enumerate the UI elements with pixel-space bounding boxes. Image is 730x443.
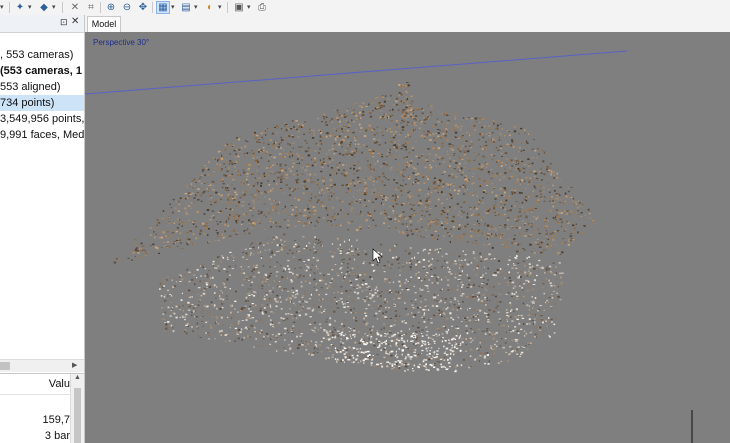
toolbar-separator (227, 2, 228, 13)
region-boundary-line (85, 50, 628, 95)
toolbar-separator (62, 2, 63, 13)
view-tab-bar: Model (85, 15, 730, 33)
toolbar-separator (100, 2, 101, 13)
scrollbar-thumb[interactable] (74, 388, 81, 443)
pin-icon[interactable]: ⊡ (60, 17, 68, 28)
camera-icon[interactable]: ▣ (232, 1, 246, 14)
close-icon[interactable]: ✕ (71, 16, 79, 27)
workspace-pane-header: ⊡ ✕ (0, 15, 84, 33)
zoom-out-icon[interactable]: ⊖ (120, 1, 134, 14)
properties-panel: Valu 159,7 3 bar ▲ (0, 373, 84, 443)
workspace-tree: , 553 cameras) (553 cameras, 1 553 align… (0, 47, 84, 143)
dropdown-arrow-icon[interactable]: ▾ (52, 1, 56, 14)
tab-model[interactable]: Model (87, 16, 121, 32)
property-value: 159,7 (42, 414, 70, 426)
tree-item-dense-cloud[interactable]: 3,549,956 points, (0, 111, 84, 127)
mouse-cursor-icon (372, 248, 383, 264)
delete-icon[interactable]: ✕ (68, 1, 82, 14)
marker-icon[interactable]: ✦ (13, 1, 27, 14)
properties-header: Valu (0, 374, 70, 395)
shading-icon[interactable]: ◐ (203, 1, 217, 14)
tree-item-mesh[interactable]: 9,991 faces, Med (0, 127, 84, 143)
dropdown-arrow-icon[interactable]: ▾ (28, 1, 32, 14)
main-toolbar: ▾ ✦ ▾ ◆ ▾ ✕ ⌗ ⊕ ⊖ ✥ ▦ ▾ ▤ ▾ ◐ ▾ ▣ ▾ ⎙ (0, 0, 730, 16)
tree-item-chunk[interactable]: (553 cameras, 1 (0, 63, 84, 79)
workspace-pane: ⊡ ✕ , 553 cameras) (553 cameras, 1 553 a… (0, 15, 85, 443)
select-icon[interactable]: ◆ (37, 1, 51, 14)
tree-item-cameras[interactable]: , 553 cameras) (0, 47, 84, 63)
property-value: 3 bar (44, 430, 70, 442)
dropdown-arrow-icon[interactable]: ▾ (247, 1, 251, 14)
model-viewport[interactable]: Perspective 30° (85, 32, 730, 443)
point-cloud-view (85, 50, 693, 443)
vertical-scrollbar[interactable]: ▲ (70, 374, 84, 443)
point-cloud-house (113, 82, 595, 373)
toolbar-separator (9, 2, 10, 13)
dropdown-arrow-icon[interactable]: ▾ (0, 1, 4, 14)
scrollbar-thumb[interactable] (0, 362, 10, 370)
layers-icon[interactable]: ▤ (179, 1, 193, 14)
value-column-header: Valu (48, 378, 70, 390)
move-icon[interactable]: ✥ (136, 1, 150, 14)
tree-item-tie-points[interactable]: 734 points) (0, 95, 84, 111)
horizontal-scrollbar[interactable]: ▶ (0, 359, 84, 372)
dropdown-arrow-icon[interactable]: ▾ (194, 1, 198, 14)
scroll-right-arrow-icon[interactable]: ▶ (72, 360, 77, 372)
dropdown-arrow-icon[interactable]: ▾ (171, 1, 175, 14)
crop-icon[interactable]: ⌗ (84, 1, 98, 14)
print-icon[interactable]: ⎙ (255, 1, 269, 14)
tree-item-aligned[interactable]: 553 aligned) (0, 79, 84, 95)
grid-view-icon[interactable]: ▦ (156, 1, 170, 14)
scroll-up-arrow-icon[interactable]: ▲ (74, 374, 81, 381)
zoom-in-icon[interactable]: ⊕ (104, 1, 118, 14)
toolbar-separator (152, 2, 153, 13)
dropdown-arrow-icon[interactable]: ▾ (218, 1, 222, 14)
